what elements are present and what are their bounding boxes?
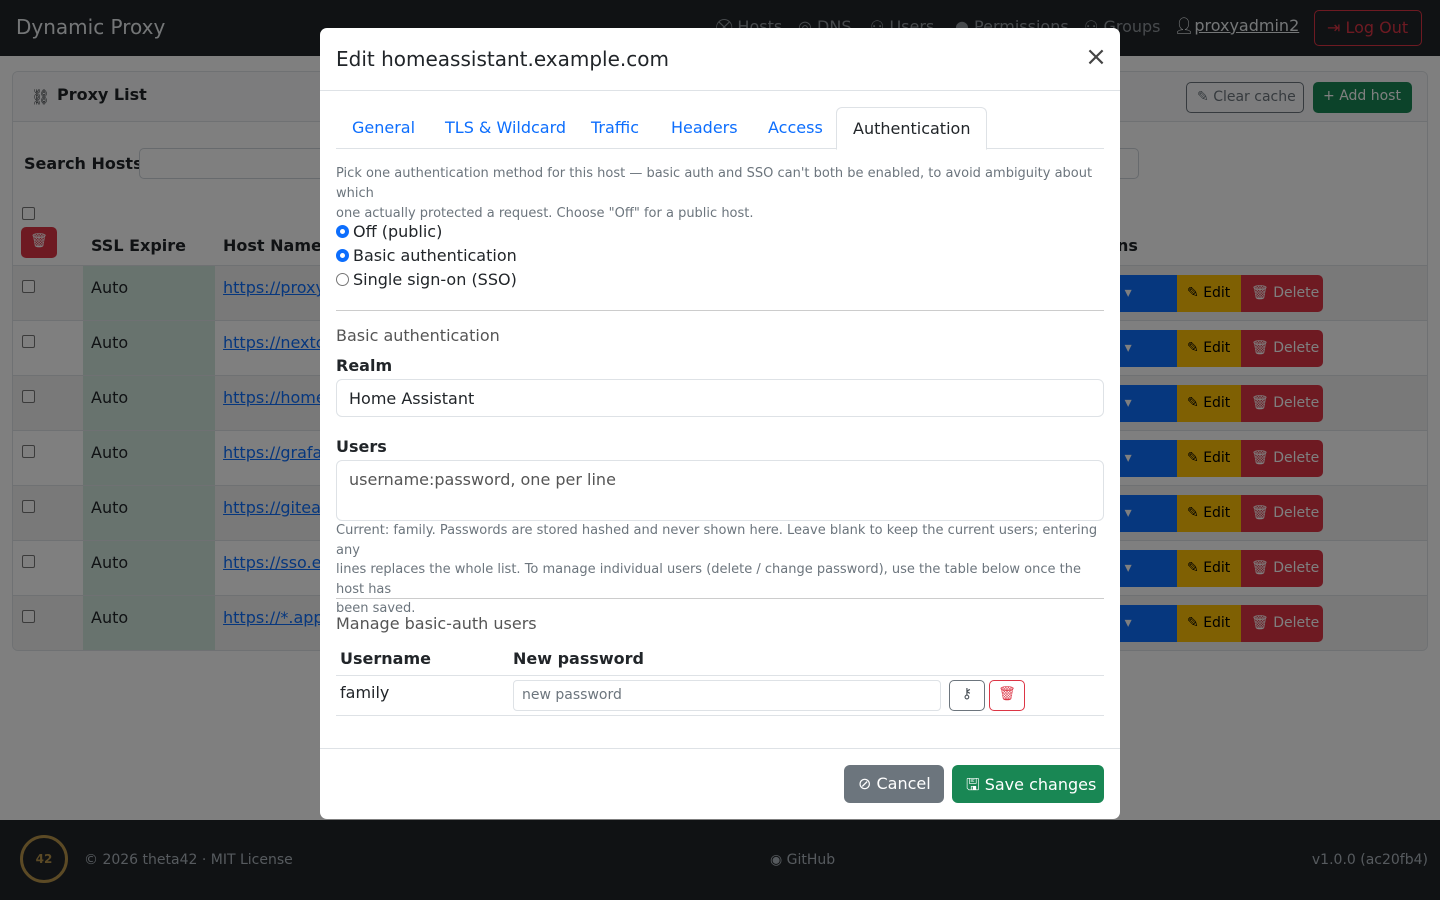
realm-input[interactable]: Home Assistant xyxy=(336,379,1104,417)
radio-off[interactable]: Off (public) xyxy=(336,222,442,241)
set-password-button[interactable]: ⚷ xyxy=(949,680,985,711)
col-username: Username xyxy=(340,649,431,668)
radio-sso-input[interactable] xyxy=(336,273,349,286)
ban-icon: ⊘ xyxy=(858,774,877,793)
modal-footer: ⊘ Cancel 🖫︎ Save changes xyxy=(320,748,1120,819)
radio-off-input[interactable] xyxy=(336,225,349,238)
edit-host-modal: Edit homeassistant.example.com × General… xyxy=(320,28,1120,819)
tab-authentication[interactable]: Authentication xyxy=(836,107,988,150)
tab-general[interactable]: General xyxy=(336,107,431,149)
tab-access[interactable]: Access xyxy=(752,107,839,149)
basic-auth-title: Basic authentication xyxy=(336,326,500,345)
radio-basic[interactable]: Basic authentication xyxy=(336,246,517,265)
radio-basic-input[interactable] xyxy=(336,249,349,262)
users-label: Users xyxy=(336,437,387,456)
close-icon[interactable]: × xyxy=(1084,44,1108,70)
cancel-button[interactable]: ⊘ Cancel xyxy=(844,765,944,803)
username-cell: family xyxy=(340,683,390,702)
tab-headers[interactable]: Headers xyxy=(655,107,754,149)
new-password-input[interactable]: new password xyxy=(513,680,941,711)
modal-title: Edit homeassistant.example.com xyxy=(336,47,669,71)
realm-label: Realm xyxy=(336,356,393,375)
basic-auth-users-table: Username New password family new passwor… xyxy=(336,649,1104,719)
key-icon: ⚷ xyxy=(961,686,973,702)
modal-tabs: General TLS & Wildcard Traffic Headers A… xyxy=(336,107,1104,150)
table-divider xyxy=(336,715,1104,716)
save-icon: 🖫︎ xyxy=(966,775,985,794)
modal-header: Edit homeassistant.example.com × xyxy=(320,28,1120,91)
trash-icon: 🗑︎ xyxy=(998,686,1016,702)
tab-tls-wildcard[interactable]: TLS & Wildcard xyxy=(429,107,582,149)
delete-user-button[interactable]: 🗑︎ xyxy=(989,680,1025,711)
divider xyxy=(336,598,1104,599)
col-new-password: New password xyxy=(513,649,645,668)
users-help: Current: family. Passwords are stored ha… xyxy=(336,523,1098,616)
auth-intro-help: Pick one authentication method for this … xyxy=(336,166,1093,221)
radio-sso[interactable]: Single sign-on (SSO) xyxy=(336,270,517,289)
tab-traffic[interactable]: Traffic xyxy=(575,107,655,149)
manage-users-title: Manage basic-auth users xyxy=(336,614,537,633)
divider xyxy=(336,310,1104,311)
table-divider xyxy=(336,675,1104,676)
save-changes-button[interactable]: 🖫︎ Save changes xyxy=(952,765,1104,803)
users-textarea[interactable]: username:password, one per line xyxy=(336,460,1104,521)
